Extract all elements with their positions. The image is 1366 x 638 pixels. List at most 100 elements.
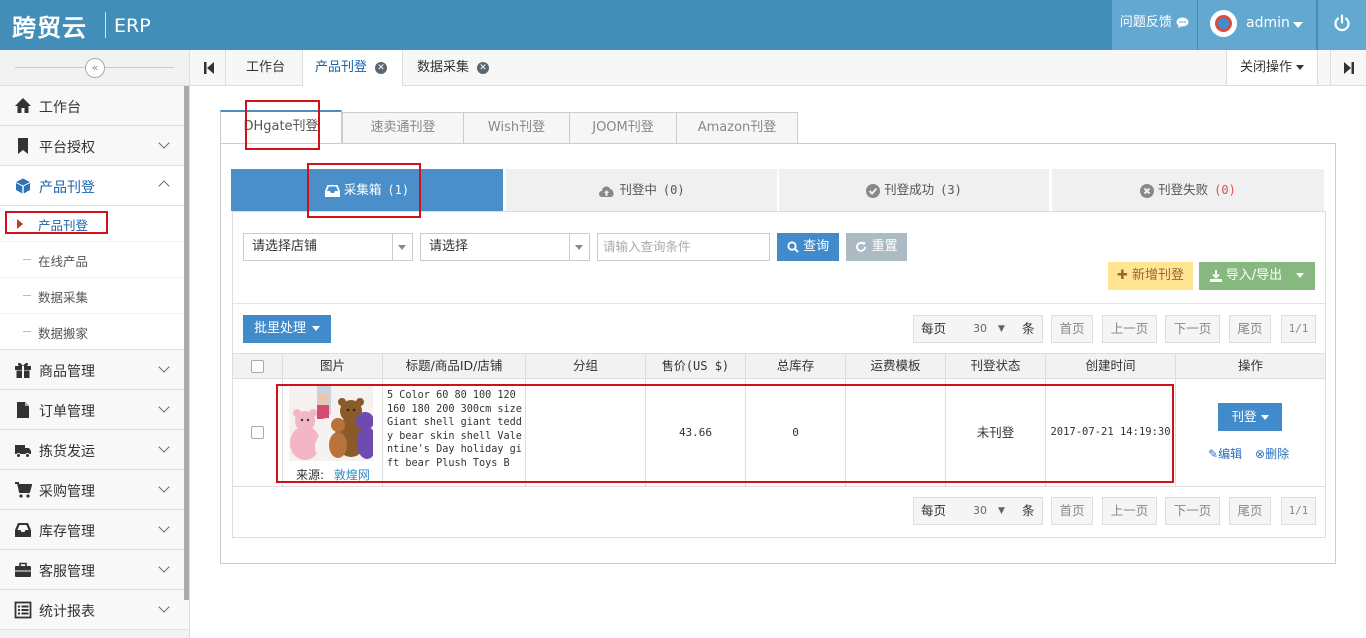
sidebar-subitem-data-migration[interactable]: 数据搬家 (0, 314, 189, 350)
tab-workbench[interactable]: 工作台 (234, 50, 297, 86)
plus-icon: ✚ (1116, 268, 1128, 283)
feedback-label: 问题反馈 (1119, 15, 1172, 30)
sidebar-item-label: 客服管理 (39, 564, 95, 580)
chevron-down-icon (1293, 22, 1303, 28)
close-operations-dropdown[interactable]: 关闭操作 (1226, 50, 1318, 85)
table-header: 图片 标题/商品ID/店铺 分组 售价(US $) 总库存 运费模板 刊登状态 … (233, 353, 1325, 379)
last-page-button[interactable]: 尾页 (1229, 315, 1271, 343)
import-export-label: 导入/导出 (1225, 268, 1283, 283)
sidebar-collapse-row: « (0, 50, 189, 86)
sidebar-item-workbench[interactable]: 工作台 (0, 86, 189, 126)
sidebar: « 工作台 平台授权 产品刊登 产品刊登 在线产品 数据采集 数据搬家 商品管理… (0, 50, 190, 638)
main-content: DHgate刊登 速卖通刊登 Wish刊登 JOOM刊登 Amazon刊登 采集… (220, 100, 1336, 564)
sidebar-item-inventory[interactable]: 库存管理 (0, 510, 189, 550)
highlight-box (5, 211, 108, 234)
sidebar-item-goods[interactable]: 商品管理 (0, 350, 189, 390)
select-all-checkbox[interactable] (251, 360, 264, 373)
type-select[interactable]: 请选择 (420, 233, 590, 261)
avatar (1210, 10, 1237, 37)
power-icon (1334, 14, 1350, 32)
batch-label: 批里处理 (253, 321, 306, 336)
logout-button[interactable] (1318, 0, 1366, 50)
tab-aliexpress[interactable]: 速卖通刊登 (342, 112, 464, 144)
per-page-value: 30 (973, 322, 987, 335)
sidebar-subitem-label: 数据采集 (38, 290, 89, 305)
reset-label: 重置 (871, 239, 898, 254)
edit-label: 编辑 (1218, 447, 1243, 461)
first-page-button-bottom[interactable]: 首页 (1051, 497, 1093, 525)
column-header: 刊登状态 (946, 354, 1046, 379)
import-export-button[interactable]: 导入/导出 (1199, 262, 1315, 290)
sidebar-item-reports[interactable]: 统计报表 (0, 590, 189, 630)
publish-button[interactable]: 刊登 (1218, 403, 1282, 431)
status-count: (3) (940, 183, 962, 197)
per-page-select[interactable]: 每页 30 ▼ 条 (913, 315, 1043, 343)
last-page-label: 尾页 (1237, 503, 1263, 518)
search-label: 查询 (803, 239, 830, 254)
status-tab-label: 刊登中 (619, 182, 657, 197)
close-icon[interactable]: ✕ (375, 61, 388, 74)
sidebar-item-picking-shipping[interactable]: 拣货发运 (0, 430, 189, 470)
shop-select[interactable]: 请选择店铺 (243, 233, 413, 261)
publish-label: 刊登 (1231, 409, 1257, 424)
subitem-marker (23, 331, 31, 332)
sidebar-item-orders[interactable]: 订单管理 (0, 390, 189, 430)
collapse-sidebar-button[interactable]: « (85, 58, 105, 78)
scroll-tabs-right-button[interactable] (1330, 50, 1366, 85)
column-header: 创建时间 (1046, 354, 1176, 379)
prev-page-label: 上一页 (1110, 503, 1149, 518)
reset-button[interactable]: 重置 (846, 233, 907, 261)
search-icon (787, 240, 799, 253)
prev-page-button-bottom[interactable]: 上一页 (1102, 497, 1157, 525)
next-page-button-bottom[interactable]: 下一页 (1165, 497, 1220, 525)
row-checkbox[interactable] (251, 426, 264, 439)
sidebar-item-platform-auth[interactable]: 平台授权 (0, 126, 189, 166)
edit-link[interactable]: ✎编辑 (1208, 445, 1242, 462)
status-tab-failed[interactable]: 刊登失败 (0) (1052, 169, 1324, 211)
sidebar-item-label: 库存管理 (39, 524, 95, 540)
column-header: 标题/商品ID/店铺 (383, 354, 526, 379)
per-page-label: 每页 (921, 503, 947, 518)
delete-link[interactable]: ⊗删除 (1255, 445, 1289, 462)
chevron-down-icon (158, 481, 170, 493)
sidebar-item-purchasing[interactable]: 采购管理 (0, 470, 189, 510)
last-page-button-bottom[interactable]: 尾页 (1229, 497, 1271, 525)
sidebar-item-product-listing[interactable]: 产品刊登 (0, 166, 189, 206)
tab-amazon[interactable]: Amazon刊登 (676, 112, 798, 144)
sidebar-item-label: 采购管理 (39, 484, 95, 500)
list-icon (14, 601, 32, 619)
tab-joom[interactable]: JOOM刊登 (569, 112, 677, 144)
tab-data-collection[interactable]: 数据采集 ✕ (405, 50, 501, 86)
sidebar-scrollbar[interactable] (184, 86, 189, 600)
feedback-button[interactable]: 问题反馈 (1112, 0, 1197, 50)
page-info: 1/1 (1281, 315, 1316, 343)
tab-wish[interactable]: Wish刊登 (463, 112, 570, 144)
next-page-label: 下一页 (1173, 321, 1212, 336)
first-page-button[interactable]: 首页 (1051, 315, 1093, 343)
column-header: 运费模板 (846, 354, 946, 379)
scroll-tabs-left-button[interactable] (190, 50, 226, 85)
search-button[interactable]: 查询 (777, 233, 839, 261)
close-icon[interactable]: ✕ (477, 61, 490, 74)
page-info-label: 1/1 (1288, 322, 1309, 335)
sidebar-subitem-data-collection[interactable]: 数据采集 (0, 278, 189, 314)
tab-product-listing[interactable]: 产品刊登 ✕ (302, 50, 403, 86)
status-tab-publishing[interactable]: 刊登中 (0) (506, 169, 777, 211)
username: admin (1246, 15, 1290, 31)
sidebar-subitem-online-products[interactable]: 在线产品 (0, 242, 189, 278)
query-input[interactable]: 请输入查询条件 (597, 233, 770, 261)
tab-label: 工作台 (246, 60, 286, 75)
first-page-label: 首页 (1059, 321, 1085, 336)
tab-label: 速卖通刊登 (370, 120, 436, 135)
sidebar-item-customer-service[interactable]: 客服管理 (0, 550, 189, 590)
status-tab-published[interactable]: 刊登成功 (3) (779, 169, 1049, 211)
batch-process-button[interactable]: 批里处理 (243, 315, 331, 343)
tab-label: 产品刊登 (315, 60, 368, 75)
chevron-down-icon (158, 521, 170, 533)
per-page-select-bottom[interactable]: 每页 30 ▼ 条 (913, 497, 1043, 525)
prev-page-button[interactable]: 上一页 (1102, 315, 1157, 343)
user-menu[interactable]: admin (1198, 0, 1316, 50)
next-page-button[interactable]: 下一页 (1165, 315, 1220, 343)
file-icon (17, 402, 29, 418)
add-listing-button[interactable]: ✚ 新增刊登 (1108, 262, 1193, 290)
